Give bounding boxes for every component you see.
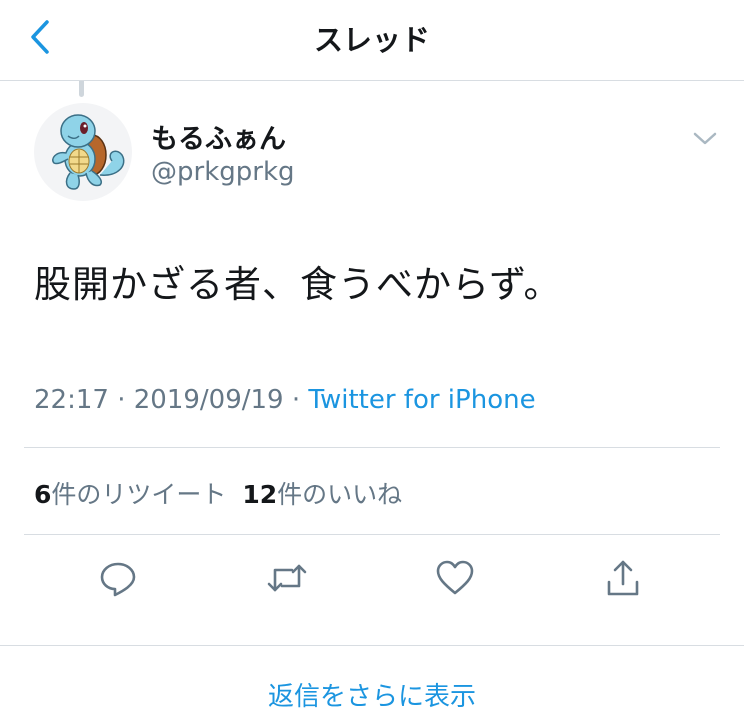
- reply-icon: [100, 562, 136, 597]
- page-title: スレッド: [313, 23, 430, 57]
- retweets-label: 件のリツイート: [51, 480, 227, 509]
- share-button[interactable]: [601, 556, 645, 600]
- more-options-button[interactable]: [690, 124, 720, 154]
- squirtle-avatar-image: [52, 114, 125, 190]
- author-handle[interactable]: @prkgprkg: [151, 157, 295, 187]
- thread-connector-line: [79, 81, 84, 97]
- likes-stat[interactable]: 12件のいいね: [242, 480, 402, 509]
- divider: [24, 447, 720, 448]
- retweet-icon: [267, 564, 307, 592]
- share-icon: [607, 560, 639, 596]
- like-icon: [436, 560, 474, 595]
- tweet-metadata: 22:17 · 2019/09/19 · Twitter for iPhone: [34, 385, 536, 415]
- meta-separator: ·: [283, 385, 309, 415]
- tweet-text: 股開かざる者、食うべからず。: [34, 263, 562, 306]
- retweet-button[interactable]: [265, 556, 309, 600]
- tweet-date: 2019/09/19: [133, 385, 284, 415]
- avatar[interactable]: [34, 103, 132, 201]
- likes-count: 12: [242, 480, 278, 509]
- like-button[interactable]: [433, 556, 477, 600]
- engagement-stats: 6件のリツイート 12件のいいね: [34, 475, 402, 511]
- retweets-count: 6: [34, 480, 52, 509]
- tweet-source-link[interactable]: Twitter for iPhone: [308, 385, 535, 415]
- retweets-stat[interactable]: 6件のリツイート: [34, 480, 226, 509]
- chevron-down-icon: [693, 132, 717, 145]
- tweet-time: 22:17: [34, 385, 109, 415]
- divider: [0, 645, 744, 646]
- likes-label: 件のいいね: [277, 480, 403, 509]
- show-more-replies-link[interactable]: 返信をさらに表示: [0, 676, 744, 713]
- author-name[interactable]: もるふぁん: [151, 117, 286, 156]
- reply-button[interactable]: [96, 556, 140, 600]
- meta-separator: ·: [108, 385, 134, 415]
- divider: [24, 534, 720, 535]
